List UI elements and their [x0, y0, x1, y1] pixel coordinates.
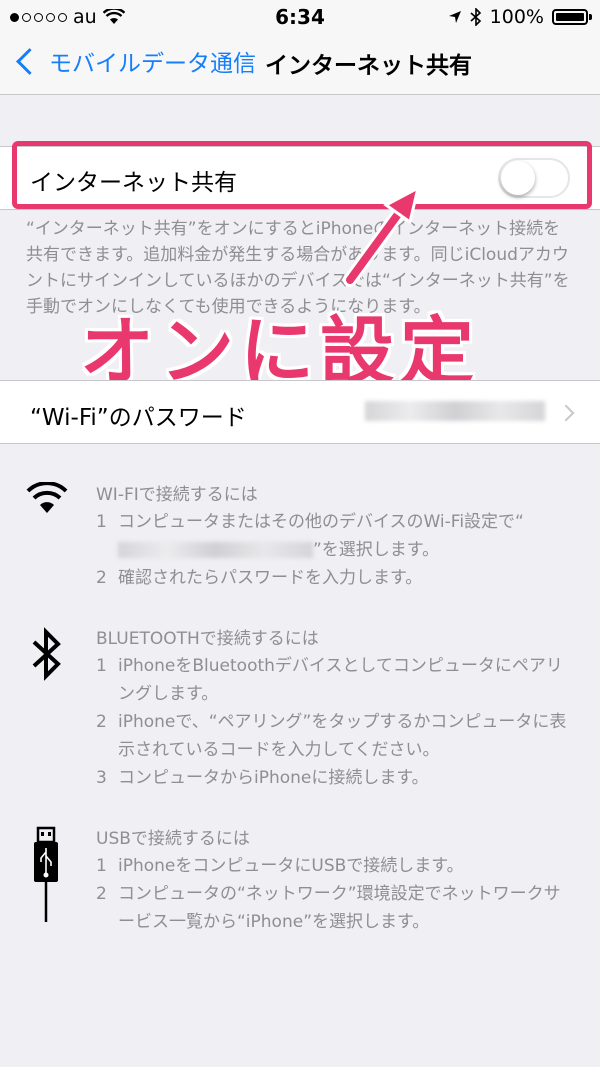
step-number: 2 — [96, 884, 107, 904]
wifi-password-value-redacted — [365, 401, 545, 421]
wifi-steps: 1 コンピュータまたはその他のデバイスのWi-Fi設定で“ ”を選択します。 2 … — [96, 508, 576, 592]
bluetooth-step-3-text: コンピュータからiPhoneに接続します。 — [118, 768, 429, 788]
wifi-section-title: WI-FIで接続するには — [96, 485, 258, 505]
usb-section-title: USBで接続するには — [96, 829, 250, 849]
bluetooth-step-3: 3 コンピュータからiPhoneに接続します。 — [96, 764, 576, 792]
bluetooth-section-title: BLUETOOTHで接続するには — [96, 629, 319, 649]
wifi-step-2: 2 確認されたらパスワードを入力します。 — [96, 564, 576, 592]
step-number: 2 — [96, 712, 107, 732]
usb-step-2-text: コンピュータの“ネットワーク”環境設定でネットワークサービス一覧から“iPhon… — [118, 884, 561, 932]
bluetooth-icon — [32, 627, 61, 681]
usb-step-2: 2 コンピュータの“ネットワーク”環境設定でネットワークサービス一覧から“iPh… — [96, 880, 576, 936]
usb-step-1-text: iPhoneをコンピュータにUSBで接続します。 — [118, 856, 464, 876]
bluetooth-step-2-text: iPhoneで、“ペアリング”をタップするかコンピュータに表示されているコードを… — [118, 712, 567, 760]
network-name-redacted — [118, 542, 313, 558]
step-number: 2 — [96, 568, 107, 588]
usb-icon — [34, 826, 58, 922]
chevron-right-icon — [557, 404, 575, 422]
step-number: 1 — [96, 856, 107, 876]
wifi-password-cell[interactable]: “Wi-Fi”のパスワード — [0, 380, 600, 444]
wifi-step-1-text: コンピュータまたはその他のデバイスのWi-Fi設定で“ — [118, 512, 524, 532]
bluetooth-step-1-text: iPhoneをBluetoothデバイスとしてコンピュータにペアリングします。 — [118, 656, 563, 704]
bluetooth-steps: 1 iPhoneをBluetoothデバイスとしてコンピュータにペアリングします… — [96, 652, 576, 792]
usb-steps: 1 iPhoneをコンピュータにUSBで接続します。 2 コンピュータの“ネット… — [96, 852, 576, 936]
bluetooth-instructions: BLUETOOTHで接続するには 1 iPhoneをBluetoothデバイスと… — [0, 624, 600, 794]
wifi-step-1: 1 コンピュータまたはその他のデバイスのWi-Fi設定で“ ”を選択します。 — [96, 508, 576, 564]
wifi-password-label: “Wi-Fi”のパスワード — [30, 405, 247, 431]
wifi-icon — [26, 482, 68, 513]
bluetooth-step-1: 1 iPhoneをBluetoothデバイスとしてコンピュータにペアリングします… — [96, 652, 576, 708]
step-number: 1 — [96, 656, 107, 676]
wifi-step-1-end: ”を選択します。 — [313, 540, 440, 560]
step-number: 1 — [96, 512, 107, 532]
wifi-step-2-text: 確認されたらパスワードを入力します。 — [118, 568, 423, 588]
bluetooth-step-2: 2 iPhoneで、“ペアリング”をタップするかコンピュータに表示されているコー… — [96, 708, 576, 764]
usb-instructions: USBで接続するには 1 iPhoneをコンピュータにUSBで接続します。 2 … — [0, 824, 600, 934]
usb-step-1: 1 iPhoneをコンピュータにUSBで接続します。 — [96, 852, 576, 880]
wifi-instructions: WI-FIで接続するには 1 コンピュータまたはその他のデバイスのWi-Fi設定… — [0, 480, 600, 590]
step-number: 3 — [96, 768, 107, 788]
